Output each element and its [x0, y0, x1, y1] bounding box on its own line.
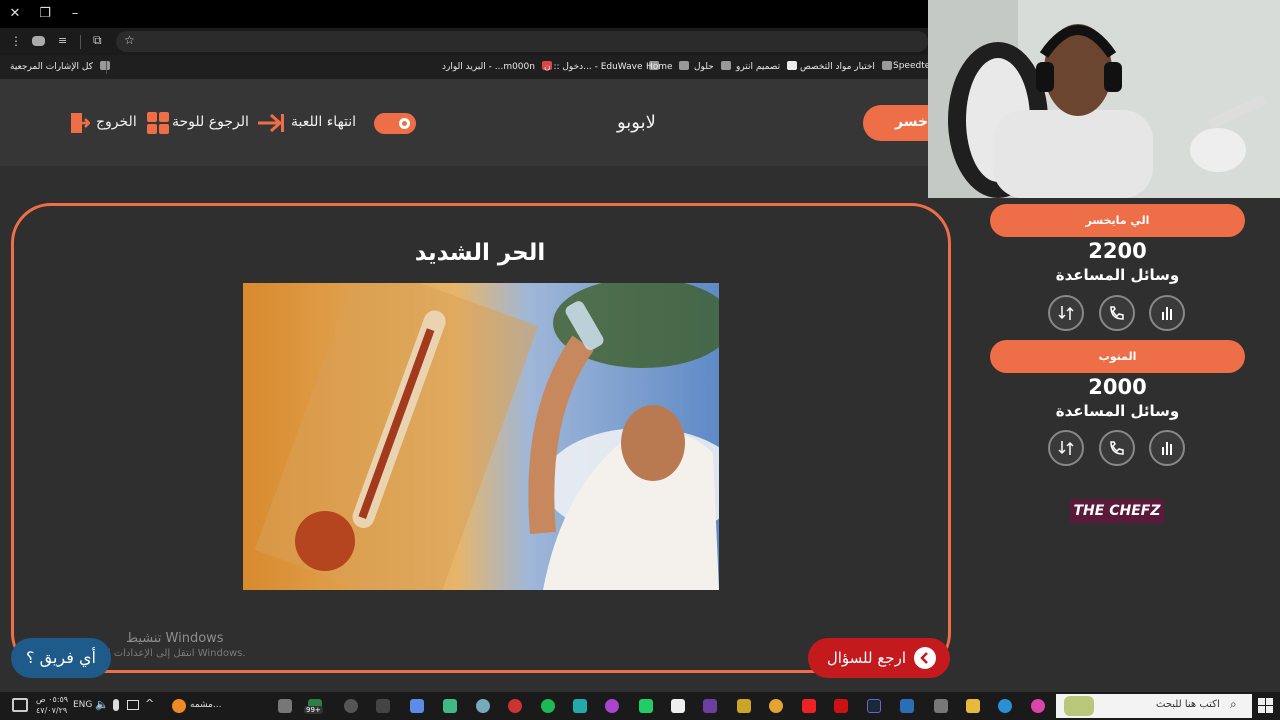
bookmark-star-icon[interactable]: ☆: [124, 33, 135, 47]
close-icon[interactable]: ✕: [0, 0, 30, 28]
chevron-up-icon[interactable]: ^: [145, 697, 154, 710]
restore-icon[interactable]: ❐: [30, 0, 60, 28]
bookmark-home[interactable]: Home: [646, 61, 690, 72]
search-highlight-icon: [1064, 696, 1094, 716]
clock-time[interactable]: ٠٥:٥٩ ص: [36, 695, 68, 704]
app-icon[interactable]: [934, 699, 948, 713]
active-team-pill: خسر: [863, 105, 933, 141]
team-1-name[interactable]: الي مايخسر: [990, 204, 1245, 237]
gear-icon: [397, 116, 412, 131]
team-1-call-aid[interactable]: [1099, 295, 1135, 331]
swap-icon: [1058, 306, 1074, 320]
page-icon: [881, 61, 892, 70]
phone-icon: [1110, 441, 1124, 455]
team-2-swap-aid[interactable]: [1048, 430, 1084, 466]
phone-icon: [1110, 306, 1124, 320]
app-icon[interactable]: [671, 699, 685, 713]
app-icon[interactable]: [900, 699, 914, 713]
team-2-call-aid[interactable]: [1099, 430, 1135, 466]
copilot-icon[interactable]: [1031, 699, 1045, 713]
team-2-peace-aid[interactable]: [1149, 430, 1185, 466]
notifications-icon[interactable]: [12, 698, 28, 712]
page-icon: [787, 61, 797, 70]
language-indicator[interactable]: ENG: [73, 700, 92, 710]
peace-hand-icon: [1162, 442, 1172, 455]
back-to-board-button[interactable]: الرجوع للوحة: [145, 110, 250, 136]
chrome-icon[interactable]: [769, 699, 783, 713]
all-bookmarks[interactable]: كل الإشارات المرجعية: [10, 61, 110, 72]
webcam-overlay: [928, 0, 1280, 198]
app-icon[interactable]: [834, 699, 848, 713]
bookmark-intro[interactable]: تصميم انترو: [736, 61, 797, 72]
team-1-swap-aid[interactable]: [1048, 295, 1084, 331]
app-icon[interactable]: [703, 699, 717, 713]
toolbar-divider: [80, 35, 81, 49]
app-icon[interactable]: [443, 699, 457, 713]
playlist-icon[interactable]: ≡: [58, 34, 67, 47]
end-game-button[interactable]: انتهاء اللعبة: [257, 110, 367, 136]
home-icon: [679, 61, 690, 70]
heat-thermometer-image: [243, 283, 719, 590]
team-1-peace-aid[interactable]: [1149, 295, 1185, 331]
app-icon[interactable]: [508, 699, 522, 713]
search-placeholder: اكتب هنا للبحث: [1156, 699, 1220, 710]
youtube-icon[interactable]: [802, 699, 816, 713]
notification-badge: 99+: [304, 706, 323, 714]
team-2-score: 2000: [1088, 375, 1147, 399]
team-1-score: 2200: [1088, 239, 1147, 263]
menu-dots-icon[interactable]: ⋮: [10, 34, 22, 48]
steam-icon[interactable]: [867, 699, 881, 713]
address-field[interactable]: ☆: [116, 31, 928, 52]
microphone-icon[interactable]: [113, 699, 119, 711]
game-name: لابوبو: [617, 112, 656, 133]
edge-icon[interactable]: [998, 699, 1012, 713]
bookmark-mail[interactable]: البريد الوارد - ...m000n: [442, 61, 552, 72]
bookmarks-divider: [106, 61, 107, 74]
bookmark-eduwave[interactable]: دخول :: ن... - EduWave: [544, 61, 660, 72]
clock-date[interactable]: ٤٧/٠٧/٢٩: [36, 706, 67, 715]
minimize-icon[interactable]: –: [60, 0, 90, 28]
app-icon[interactable]: [605, 699, 619, 713]
app-icon[interactable]: [376, 699, 390, 713]
folder-icon: [99, 61, 110, 70]
app-icon[interactable]: [639, 699, 653, 713]
swap-icon: [1058, 441, 1074, 455]
which-team-button[interactable]: أي فريق ؟: [11, 638, 111, 678]
extensions-icon[interactable]: ⧉: [93, 33, 102, 48]
app-icon[interactable]: [573, 699, 587, 713]
team-1-aids-label: وسائل المساعدة: [1055, 266, 1180, 284]
windows-activation-title: تنشيط Windows: [126, 631, 224, 646]
bookmark-exam[interactable]: اختبار مواد التخصص: [800, 61, 892, 72]
spotify-icon[interactable]: [541, 699, 555, 713]
back-to-question-button[interactable]: ارجع للسؤال: [808, 638, 950, 678]
team-2-name[interactable]: المنوب: [990, 340, 1245, 373]
display-icon[interactable]: [127, 700, 139, 710]
windows-start-icon[interactable]: [1258, 698, 1273, 713]
grid-icon: [147, 112, 169, 134]
team-2-aids-label: وسائل المساعدة: [1055, 402, 1180, 420]
exit-icon: [70, 112, 91, 134]
question-title: الحر الشديد: [414, 240, 546, 266]
search-icon: ⌕: [1230, 697, 1237, 711]
app-icon[interactable]: [737, 699, 751, 713]
settings-toggle[interactable]: [374, 113, 416, 134]
bookmark-solutions[interactable]: حلول: [694, 61, 731, 72]
app-icon[interactable]: [344, 699, 358, 713]
taskbar-search[interactable]: اكتب هنا للبحث ⌕: [1056, 694, 1252, 718]
exit-button[interactable]: الخروج: [68, 110, 138, 136]
question-image: [243, 283, 719, 590]
file-explorer-icon[interactable]: [966, 699, 980, 713]
brand-logo: THE CHEFZ: [1070, 499, 1164, 523]
tray-app-label[interactable]: مشمه...: [190, 700, 221, 710]
volume-icon[interactable]: 🔈: [95, 698, 109, 711]
gamepad-icon[interactable]: [32, 36, 45, 46]
app-icon[interactable]: [476, 699, 490, 713]
page-icon: [720, 61, 731, 70]
app-icon[interactable]: [410, 699, 424, 713]
arrow-right-icon: [257, 112, 285, 134]
chevron-left-icon: [914, 647, 936, 669]
app-icon[interactable]: [278, 699, 292, 713]
weather-icon[interactable]: [172, 699, 186, 713]
peace-hand-icon: [1162, 307, 1172, 320]
